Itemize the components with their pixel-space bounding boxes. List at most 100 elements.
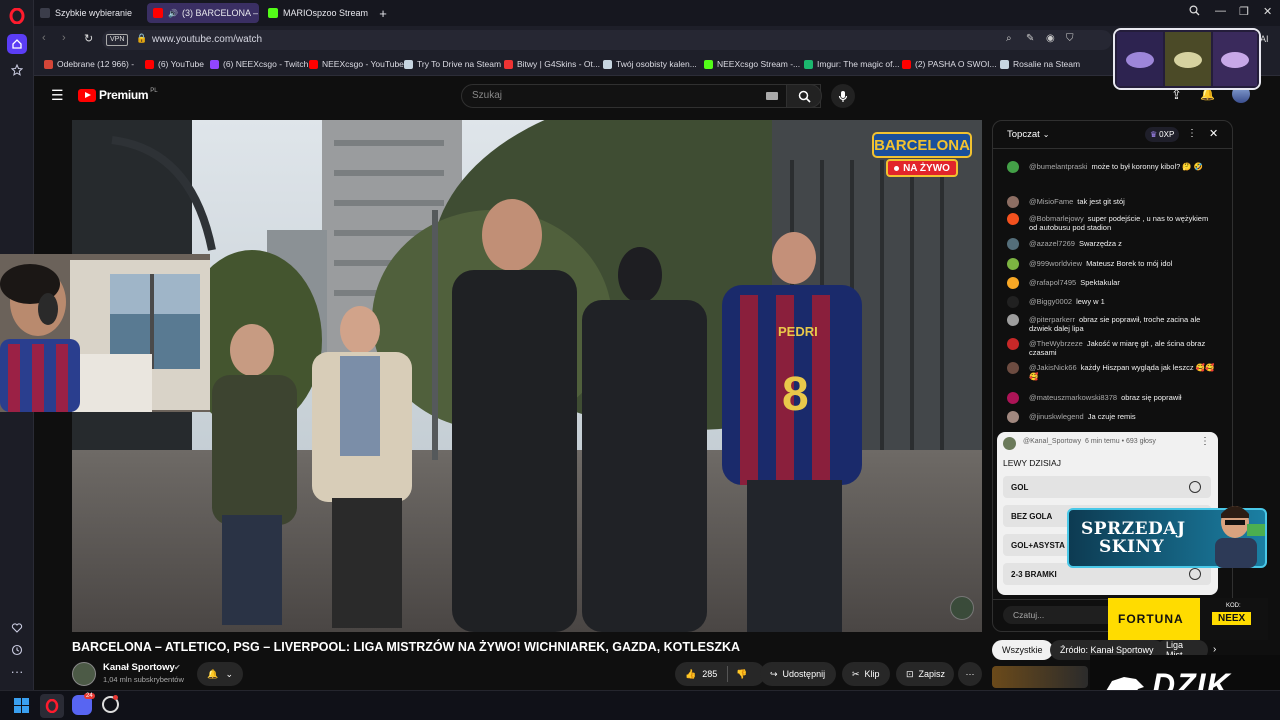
chat-message[interactable]: @mateuszmarkowski8378 obraz się poprawił: [1007, 392, 1217, 404]
radio-icon[interactable]: [1189, 568, 1201, 580]
minimize-icon[interactable]: —: [1215, 5, 1226, 17]
keyboard-icon[interactable]: [766, 92, 778, 100]
voice-search-button[interactable]: [831, 84, 855, 108]
bookmark-item[interactable]: (6) YouTube: [145, 59, 204, 69]
share-label: Udostępnij: [782, 669, 826, 679]
chat-text: obraz się poprawił: [1121, 393, 1182, 402]
chat-message[interactable]: @azazel7269 Swarzędza z: [1007, 238, 1217, 250]
new-tab-button[interactable]: +: [374, 3, 392, 23]
stream-preview-popup[interactable]: [1113, 28, 1261, 90]
search-input[interactable]: Szukaj: [461, 84, 821, 108]
bookmark-label: NEEXcsgo Stream -...: [717, 59, 801, 69]
bookmark-item[interactable]: Twój osobisty kalen...: [603, 59, 697, 69]
camera-icon[interactable]: ◉: [1046, 33, 1055, 44]
home-icon[interactable]: [7, 34, 27, 54]
chat-author: @MisioFame: [1029, 197, 1074, 206]
badge-title: BARCELONA: [872, 132, 972, 158]
heart-icon[interactable]: [7, 618, 27, 638]
chat-message[interactable]: @Biggy0002 lewy w 1: [1007, 296, 1217, 308]
bookmark-item[interactable]: (2) PASHA O SWOI...: [902, 59, 997, 69]
speaker-icon[interactable]: 🔊: [168, 9, 178, 18]
chat-message[interactable]: @999worldview Mateusz Borek to mój idol: [1007, 258, 1217, 270]
radio-icon[interactable]: [1189, 481, 1201, 493]
chat-message[interactable]: @JakisNick66 każdy Hiszpan wygląda jak le…: [1007, 362, 1217, 381]
search-button[interactable]: [786, 84, 822, 108]
bookmark-label: (6) NEEXcsgo - Twitch: [223, 59, 309, 69]
youtube-play-icon: [78, 88, 96, 102]
like-count[interactable]: 285: [702, 669, 717, 679]
gmail-icon: [44, 59, 53, 69]
more-actions-button[interactable]: ···: [958, 662, 982, 686]
chat-message[interactable]: @MisioFame tak jest git stój: [1007, 196, 1217, 208]
vpn-badge[interactable]: VPN: [106, 34, 129, 46]
promo-character-image: [1215, 506, 1265, 568]
maximize-icon[interactable]: ❐: [1239, 5, 1249, 18]
back-icon[interactable]: ‹: [42, 32, 46, 44]
poll-option[interactable]: GOL: [1003, 476, 1211, 498]
chat-author: @jinuskwlegend: [1029, 412, 1084, 421]
channel-name[interactable]: Kanał Sportowy: [103, 662, 175, 673]
lock-icon[interactable]: 🔒: [136, 33, 147, 44]
share-button[interactable]: ↪ Udostępnij: [760, 662, 836, 686]
bookmark-item[interactable]: Bitwy | G4Skins - Ot...: [504, 59, 600, 69]
reload-icon[interactable]: ↻: [84, 32, 93, 45]
chat-message[interactable]: @Bobmarlejowy super podejście , u nas to …: [1007, 213, 1217, 232]
channel-watermark-icon[interactable]: [950, 596, 974, 620]
search-tabs-icon[interactable]: [1189, 5, 1200, 19]
chat-text: może to był koronny kibol? 🤔 🤣: [1091, 162, 1204, 171]
bookmark-item[interactable]: (6) NEEXcsgo - Twitch: [210, 59, 308, 69]
chat-message[interactable]: @bumelantpraski może to był koronny kibol…: [1007, 161, 1217, 173]
bookmark-item[interactable]: Try To Drive na Steam: [404, 59, 501, 69]
logo-region: PL: [150, 88, 158, 94]
windows-start-icon[interactable]: [14, 698, 29, 713]
edit-icon[interactable]: ✎: [1026, 33, 1034, 44]
tab-active-youtube[interactable]: 🔊 (3) BARCELONA – ATL: [147, 3, 259, 23]
ai-button[interactable]: AI: [1260, 34, 1269, 44]
bookmark-item[interactable]: NEEXcsgo Stream -...: [704, 59, 800, 69]
youtube-logo[interactable]: Premium PL: [78, 88, 158, 102]
tab-speed-dial[interactable]: Szybkie wybieranie: [34, 3, 144, 23]
clip-button[interactable]: ✂ Klip: [842, 662, 890, 686]
bookmark-item[interactable]: Rosalie na Steam: [1000, 59, 1080, 69]
chat-message[interactable]: @rafapol7495 Spektakular: [1007, 277, 1217, 289]
forward-icon[interactable]: ›: [62, 32, 66, 44]
chat-message[interactable]: @piterparkerr obraz sie poprawił, troche …: [1007, 314, 1217, 333]
chat-message[interactable]: @TheWybrzeze Jakość w miarę git , ale ści…: [1007, 338, 1217, 357]
close-window-icon[interactable]: ✕: [1263, 5, 1272, 18]
dislike-icon[interactable]: 👎: [736, 669, 747, 680]
chat-menu-icon[interactable]: ⋮: [1187, 128, 1197, 139]
bookmark-item[interactable]: Odebrane (12 966) -: [44, 59, 134, 69]
chat-mode-dropdown[interactable]: Topczat ⌄: [1007, 129, 1049, 140]
search-url-icon[interactable]: ⌕: [1006, 33, 1012, 44]
chat-message[interactable]: @jinuskwlegend Ja czuje remis: [1007, 411, 1217, 423]
chat-text: Ja czuje remis: [1087, 412, 1136, 421]
save-button[interactable]: ⊡ Zapisz: [896, 662, 954, 686]
chat-input[interactable]: Czatuj...: [1003, 606, 1123, 624]
shield-icon[interactable]: ⛉: [1066, 33, 1074, 44]
hamburger-menu-icon[interactable]: ☰: [51, 87, 64, 104]
opera-taskbar-icon[interactable]: [40, 694, 64, 718]
more-icon[interactable]: ···: [7, 661, 27, 681]
chip-all[interactable]: Wszystkie: [992, 640, 1053, 660]
clip-label: Klip: [864, 669, 880, 679]
tab-kick-stream[interactable]: MARIOspzoo Stream - Wa: [262, 3, 370, 23]
bookmark-label: NEEXcsgo - YouTube: [322, 59, 404, 69]
like-icon[interactable]: 👍: [685, 669, 696, 680]
subscribed-bell-button[interactable]: 🔔 ⌄: [197, 662, 243, 686]
close-chat-icon[interactable]: ✕: [1209, 127, 1218, 140]
history-icon[interactable]: [7, 640, 27, 660]
channel-avatar[interactable]: [72, 662, 96, 686]
points-badge[interactable]: ♛ 0XP: [1145, 127, 1180, 142]
star-icon[interactable]: [7, 60, 27, 80]
url-field[interactable]: VPN 🔒 www.youtube.com/watch ⌕ ✎ ◉ ⛉: [102, 30, 1112, 50]
chevron-right-icon[interactable]: ›: [1213, 644, 1216, 655]
bookmark-item[interactable]: Imgur: The magic of...: [804, 59, 900, 69]
notification-dot-icon: [113, 695, 118, 700]
recommended-thumbnail[interactable]: [992, 666, 1088, 688]
poll-menu-icon[interactable]: ⋮: [1200, 436, 1210, 447]
tab-label: MARIOspzoo Stream - Wa: [283, 8, 370, 18]
url-text[interactable]: www.youtube.com/watch: [152, 34, 262, 45]
bookmark-label: Imgur: The magic of...: [817, 59, 900, 69]
bookmark-item[interactable]: NEEXcsgo - YouTube: [309, 59, 404, 69]
opera-logo-icon[interactable]: [7, 6, 27, 26]
